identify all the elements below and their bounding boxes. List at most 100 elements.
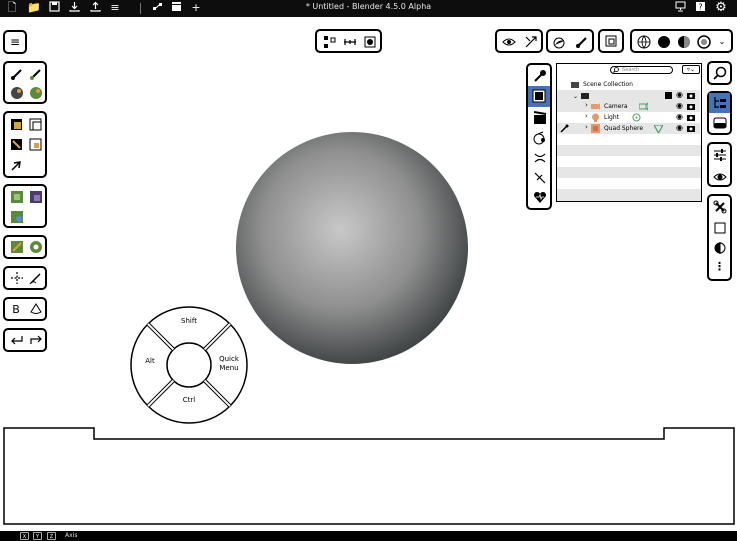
- sliders-icon[interactable]: [713, 148, 727, 162]
- render-icon: [532, 89, 546, 103]
- status-label: Axis: [65, 532, 78, 539]
- move-icon[interactable]: [10, 190, 24, 204]
- quad-sphere-object[interactable]: [230, 128, 475, 371]
- outliner-toggle-button[interactable]: [709, 93, 730, 113]
- mirror-icon[interactable]: [713, 241, 727, 255]
- paint-ball-icon[interactable]: [29, 86, 43, 100]
- chevron-down-icon[interactable]: ⌄: [716, 32, 728, 50]
- pivot-icon[interactable]: [323, 35, 337, 49]
- select-circle-icon[interactable]: [29, 118, 43, 132]
- item-label: Quad Sphere: [604, 125, 644, 132]
- camera-render-icon[interactable]: [687, 125, 695, 132]
- menu-toggle-button[interactable]: ≡: [3, 30, 27, 54]
- wireframe-shading-icon[interactable]: [637, 35, 651, 49]
- help-icon[interactable]: ?: [693, 1, 707, 15]
- empty-row-stripe: [557, 167, 701, 178]
- tools-icon[interactable]: [713, 200, 727, 214]
- brush-overlay-icon[interactable]: [575, 35, 589, 49]
- select-lasso-icon[interactable]: [10, 138, 24, 152]
- smooth-brush-icon[interactable]: [29, 67, 43, 81]
- properties-toggle-icon[interactable]: [713, 116, 727, 130]
- gear-icon[interactable]: ⚙: [714, 1, 728, 15]
- visibility-icon[interactable]: [502, 35, 516, 49]
- snap-icon[interactable]: [343, 35, 357, 49]
- scene-icon[interactable]: [533, 131, 547, 145]
- history-panel: [3, 328, 47, 352]
- camera-object-icon: [591, 103, 600, 110]
- filter-button[interactable]: ▿⌄: [682, 65, 700, 74]
- tab-render[interactable]: [528, 86, 550, 107]
- output-icon[interactable]: [533, 111, 547, 125]
- camera-render-icon[interactable]: [687, 114, 695, 121]
- overlay-icon[interactable]: [553, 35, 567, 49]
- rotate-icon[interactable]: [29, 190, 43, 204]
- eye-icon[interactable]: ◉: [676, 101, 683, 110]
- solid-shading-icon[interactable]: [657, 35, 671, 49]
- search-input[interactable]: Search: [610, 66, 673, 74]
- transform-arrows-icon[interactable]: [10, 271, 24, 285]
- eye-icon[interactable]: ◉: [676, 123, 683, 132]
- editor-toggle-panel: [707, 91, 732, 135]
- item-label: Camera: [604, 103, 628, 110]
- gizmo-icon[interactable]: [524, 35, 538, 49]
- camera-render-icon[interactable]: [687, 103, 695, 110]
- scene-collection-row[interactable]: Scene Collection: [557, 79, 726, 90]
- top-bar: 🗋 📁 ≡ + * Untitled - Blender 4.5.0 Alpha…: [0, 0, 737, 17]
- search-icon: [613, 67, 619, 73]
- view-settings-panel: [707, 142, 732, 187]
- annotate-icon[interactable]: [10, 240, 24, 254]
- xray-icon[interactable]: [604, 34, 618, 48]
- measure-icon[interactable]: [29, 240, 43, 254]
- key-z: Z: [47, 532, 56, 540]
- pie-quick-option[interactable]: Quick: [214, 355, 244, 363]
- xray-panel: [598, 29, 624, 53]
- physics-icon[interactable]: [533, 171, 547, 185]
- light-object-icon: [592, 113, 599, 122]
- select-extend-icon[interactable]: [29, 138, 43, 152]
- expand-toggle[interactable]: ›: [585, 101, 588, 109]
- text-tool-button[interactable]: B: [9, 300, 23, 318]
- sculpt-ball-icon[interactable]: [10, 86, 24, 100]
- monitor-icon[interactable]: [673, 1, 687, 15]
- scale-icon[interactable]: [10, 210, 24, 224]
- navigate-tools-panel: [3, 266, 47, 290]
- checkbox[interactable]: [665, 92, 672, 99]
- edit-mode-icon[interactable]: [560, 124, 569, 133]
- expand-toggle[interactable]: ›: [585, 123, 588, 131]
- rendered-shading-icon[interactable]: [697, 35, 711, 49]
- square-icon[interactable]: [713, 221, 727, 235]
- scene-collection-label: Scene Collection: [583, 81, 633, 88]
- pie-shift-option[interactable]: Shift: [174, 317, 204, 325]
- pie-menu-option[interactable]: Menu: [214, 364, 244, 372]
- draw-brush-icon[interactable]: [10, 67, 24, 81]
- material-shading-icon[interactable]: [677, 35, 691, 49]
- expand-toggle[interactable]: ⌄: [573, 93, 578, 100]
- search-icon[interactable]: [713, 66, 727, 80]
- pen-icon[interactable]: [29, 271, 43, 285]
- bottom-panel: [3, 427, 735, 525]
- viewport-snap-panel: [315, 29, 382, 53]
- eye-icon[interactable]: ◉: [676, 112, 683, 121]
- menu-icon: ≡: [9, 35, 21, 49]
- edit-tools-panel: [3, 235, 47, 259]
- more-options-icon[interactable]: ⋮: [710, 258, 729, 274]
- tool-settings-icon[interactable]: [533, 69, 547, 83]
- camera-render-icon[interactable]: [687, 92, 695, 99]
- eye-icon[interactable]: [713, 170, 727, 184]
- data-icon[interactable]: [533, 191, 547, 205]
- pie-alt-option[interactable]: Alt: [138, 357, 162, 365]
- outliner: Search ▿⌄ Scene Collection ⌄ ◉ › Camera …: [556, 63, 702, 202]
- redo-icon[interactable]: [29, 334, 43, 346]
- shape-tool-icon[interactable]: [29, 302, 43, 316]
- collection-icon: [571, 82, 579, 88]
- visibility-panel: [495, 29, 543, 53]
- select-box-icon[interactable]: [10, 118, 24, 132]
- undo-icon[interactable]: [10, 334, 24, 346]
- expand-toggle[interactable]: ›: [585, 112, 588, 120]
- world-icon[interactable]: [533, 151, 547, 165]
- cursor-icon[interactable]: [10, 158, 24, 172]
- proportional-edit-icon[interactable]: [363, 35, 377, 49]
- pie-ctrl-option[interactable]: Ctrl: [174, 396, 204, 404]
- eye-icon[interactable]: ◉: [676, 90, 683, 99]
- camera-data-icon: [639, 102, 648, 111]
